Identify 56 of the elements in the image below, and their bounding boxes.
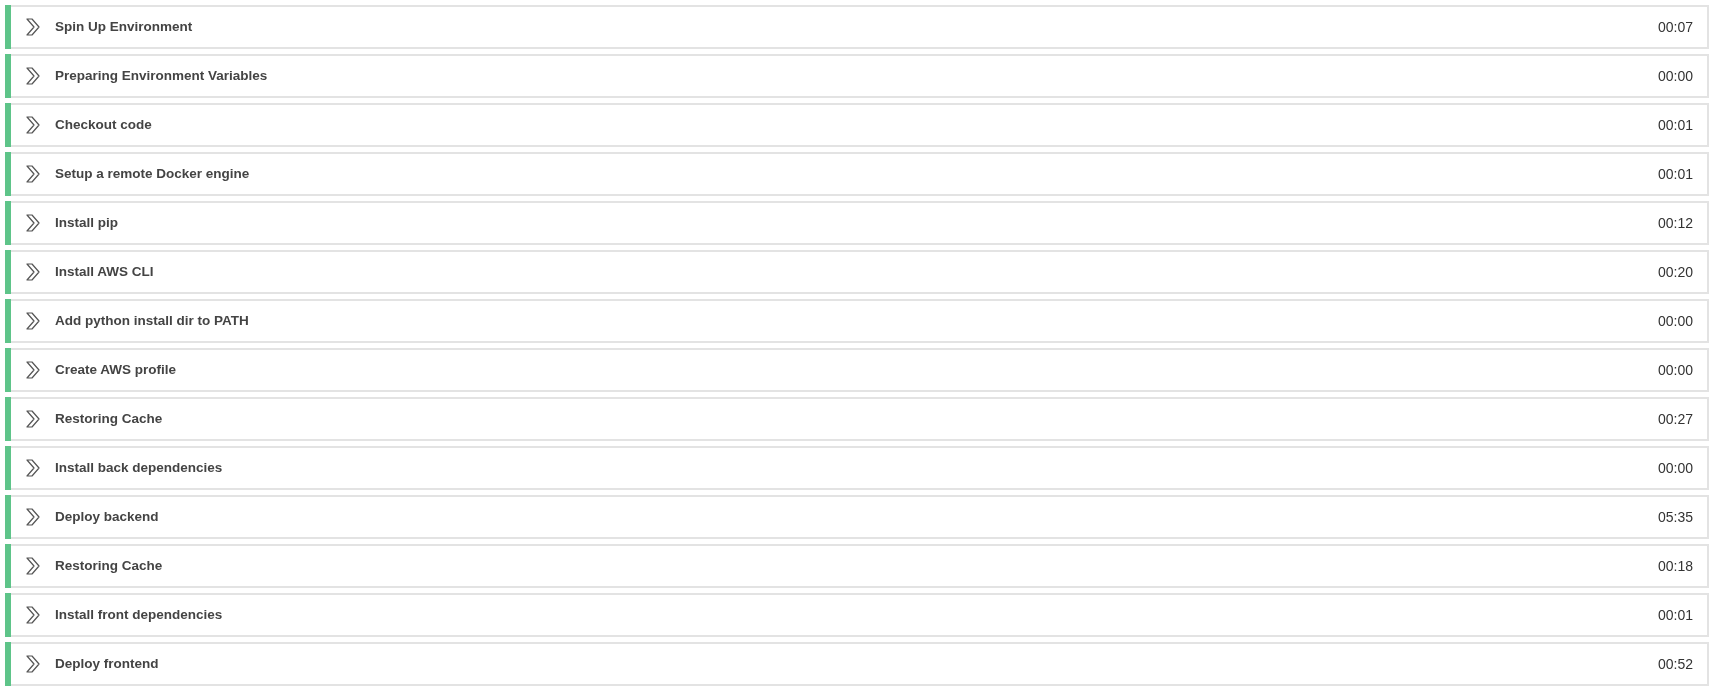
chevron-icon <box>25 508 41 526</box>
step-duration: 00:18 <box>1657 556 1693 576</box>
step-duration: 00:20 <box>1657 262 1693 282</box>
step-row[interactable]: Setup a remote Docker engine 00:01 <box>11 152 1709 196</box>
chevron-icon <box>25 312 41 330</box>
chevron-icon <box>25 606 41 624</box>
step-row[interactable]: Restoring Cache 00:18 <box>11 544 1709 588</box>
chevron-icon <box>25 410 41 428</box>
step-name: Add python install dir to PATH <box>55 311 249 330</box>
step-row[interactable]: Add python install dir to PATH 00:00 <box>11 299 1709 343</box>
step-duration: 00:27 <box>1657 409 1693 429</box>
step-name: Install pip <box>55 213 118 232</box>
chevron-icon <box>25 116 41 134</box>
step-row[interactable]: Preparing Environment Variables 00:00 <box>11 54 1709 98</box>
step-row[interactable]: Deploy frontend 00:52 <box>11 642 1709 686</box>
step-row[interactable]: Restoring Cache 00:27 <box>11 397 1709 441</box>
step-name: Install back dependencies <box>55 458 223 477</box>
step-duration: 05:35 <box>1657 507 1693 527</box>
step-row[interactable]: Install pip 00:12 <box>11 201 1709 245</box>
step-row[interactable]: Install front dependencies 00:01 <box>11 593 1709 637</box>
step-duration: 00:00 <box>1657 360 1693 380</box>
chevron-icon <box>25 18 41 36</box>
step-name: Restoring Cache <box>55 556 163 575</box>
chevron-icon <box>25 361 41 379</box>
step-name: Install AWS CLI <box>55 262 154 281</box>
step-duration: 00:52 <box>1657 654 1693 674</box>
step-row[interactable]: Checkout code 00:01 <box>11 103 1709 147</box>
step-duration: 00:01 <box>1657 115 1693 135</box>
chevron-icon <box>25 67 41 85</box>
step-row[interactable]: Create AWS profile 00:00 <box>11 348 1709 392</box>
step-duration: 00:12 <box>1657 213 1693 233</box>
step-name: Create AWS profile <box>55 360 177 379</box>
step-name: Deploy frontend <box>55 654 159 673</box>
step-name: Setup a remote Docker engine <box>55 164 250 183</box>
step-duration: 00:00 <box>1657 311 1693 331</box>
step-duration: 00:00 <box>1657 66 1693 86</box>
step-duration: 00:00 <box>1657 458 1693 478</box>
step-row[interactable]: Install AWS CLI 00:20 <box>11 250 1709 294</box>
step-name: Restoring Cache <box>55 409 163 428</box>
chevron-icon <box>25 459 41 477</box>
chevron-icon <box>25 165 41 183</box>
step-name: Install front dependencies <box>55 605 223 624</box>
step-name: Preparing Environment Variables <box>55 66 268 85</box>
step-name: Spin Up Environment <box>55 17 193 36</box>
chevron-icon <box>25 655 41 673</box>
step-name: Deploy backend <box>55 507 159 526</box>
chevron-icon <box>25 214 41 232</box>
step-duration: 00:01 <box>1657 605 1693 625</box>
step-duration: 00:01 <box>1657 164 1693 184</box>
chevron-icon <box>25 263 41 281</box>
step-row[interactable]: Spin Up Environment 00:07 <box>11 5 1709 49</box>
step-name: Checkout code <box>55 115 152 134</box>
step-row[interactable]: Install back dependencies 00:00 <box>11 446 1709 490</box>
step-duration: 00:07 <box>1657 17 1693 37</box>
step-row[interactable]: Deploy backend 05:35 <box>11 495 1709 539</box>
chevron-icon <box>25 557 41 575</box>
